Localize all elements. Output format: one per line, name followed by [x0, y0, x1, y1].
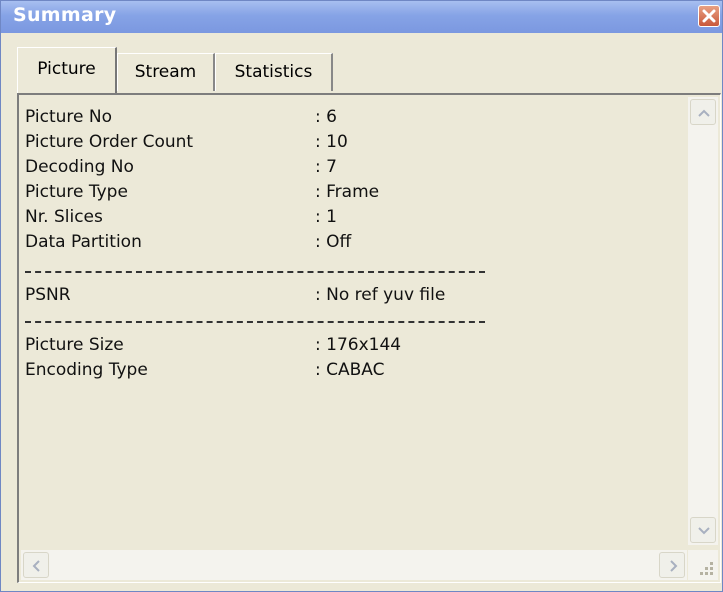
field-label: Picture Size: [25, 335, 124, 355]
resize-grip-icon: [700, 562, 713, 575]
tab-stream[interactable]: Stream: [117, 53, 215, 91]
field-label: Nr. Slices: [25, 207, 103, 227]
field-value: : 176x144: [315, 335, 402, 355]
field-value: : CABAC: [315, 360, 385, 380]
chevron-up-icon: [698, 109, 710, 117]
field-label: Decoding No: [25, 157, 134, 177]
summary-panel: Picture No : 6 Picture Order Count : 10 …: [17, 93, 721, 583]
list-item: Picture Type : Frame: [25, 182, 545, 207]
list-item: Data Partition : Off: [25, 232, 545, 257]
list-item: Nr. Slices : 1: [25, 207, 545, 232]
tab-statistics[interactable]: Statistics: [215, 53, 333, 91]
list-item: PSNR : No ref yuv file: [25, 285, 545, 310]
scroll-right-button[interactable]: [659, 552, 685, 578]
close-icon: [702, 9, 716, 23]
scroll-up-button[interactable]: [690, 99, 716, 125]
field-value: : 10: [315, 132, 348, 152]
scroll-left-button[interactable]: [23, 552, 49, 578]
scroll-down-button[interactable]: [690, 517, 716, 543]
field-value: : 1: [315, 207, 337, 227]
field-value: : Frame: [315, 182, 380, 202]
field-label: Data Partition: [25, 232, 142, 252]
vertical-scrollbar[interactable]: [688, 97, 718, 545]
window-title: Summary: [13, 4, 117, 26]
summary-text: Picture No : 6 Picture Order Count : 10 …: [25, 105, 685, 545]
field-label: Picture Order Count: [25, 132, 194, 152]
title-bar[interactable]: Summary: [1, 1, 722, 33]
chevron-left-icon: [32, 560, 40, 572]
field-value: : 7: [315, 157, 337, 177]
horizontal-scrollbar[interactable]: [21, 550, 687, 580]
separator-line: [25, 271, 485, 273]
list-item: Picture Order Count : 10: [25, 132, 545, 157]
chevron-down-icon: [698, 527, 710, 535]
list-item: Decoding No : 7: [25, 157, 545, 182]
psnr-value: : No ref yuv file: [315, 285, 446, 305]
list-item: Picture No : 6: [25, 107, 545, 132]
field-label: Picture No: [25, 107, 112, 127]
resize-grip[interactable]: [688, 550, 718, 580]
field-label: Picture Type: [25, 182, 128, 202]
summary-window: Summary Picture Stream Statistics Pictur…: [0, 0, 723, 592]
psnr-label: PSNR: [25, 285, 71, 305]
close-button[interactable]: [698, 5, 720, 27]
field-label: Encoding Type: [25, 360, 148, 380]
chevron-right-icon: [670, 560, 678, 572]
tab-picture[interactable]: Picture: [17, 47, 117, 93]
separator-line: [25, 321, 485, 323]
list-item: Encoding Type : CABAC: [25, 360, 545, 385]
field-value: : Off: [315, 232, 352, 252]
field-value: : 6: [315, 107, 337, 127]
list-item: Picture Size : 176x144: [25, 335, 545, 360]
